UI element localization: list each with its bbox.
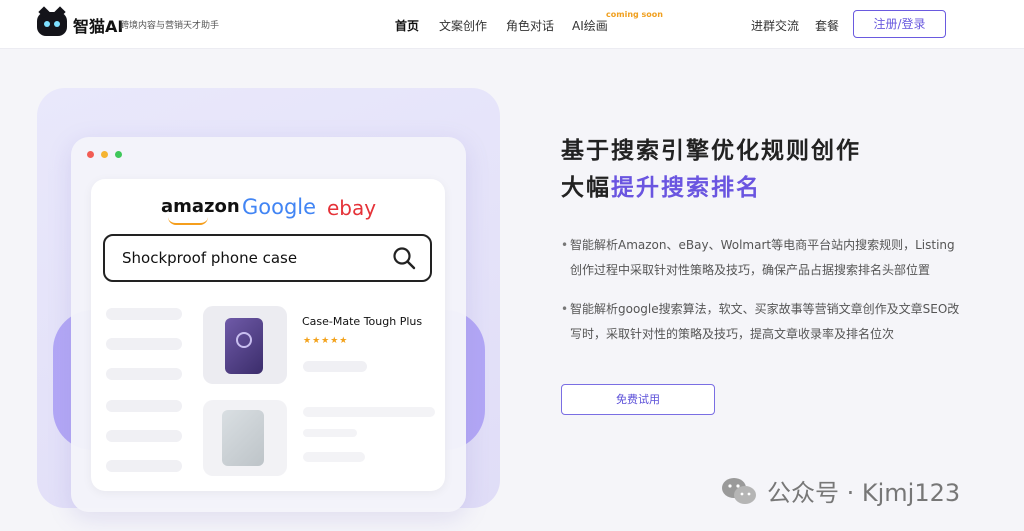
skeleton-line	[106, 338, 182, 350]
search-icon	[393, 247, 416, 270]
rating-stars: ★★★★★	[303, 336, 349, 346]
skeleton-line	[106, 308, 182, 320]
amazon-smile-icon	[168, 217, 208, 225]
window-maximize-dot	[115, 151, 122, 158]
skeleton-line	[106, 400, 182, 412]
magsafe-ring	[236, 332, 252, 348]
watermark-text: 公众号 · Kjmj123	[767, 479, 961, 507]
headline-accent: 提升搜索排名	[611, 175, 761, 201]
nav-ai-drawing[interactable]: AI绘画	[572, 17, 608, 34]
headline-plain: 大幅	[561, 175, 611, 201]
nav-copywriting[interactable]: 文案创作	[439, 17, 487, 34]
bullet-dot: •	[561, 238, 569, 252]
phone-icon	[222, 410, 264, 466]
amazon-logo: amazon	[161, 196, 240, 217]
skeleton-line	[303, 361, 367, 372]
phone-icon	[225, 318, 263, 374]
bullet-dot: •	[561, 302, 569, 316]
nav-join-group[interactable]: 进群交流	[751, 17, 799, 34]
feature-text: 智能解析google搜索算法，软文、买家故事等营销文章创作及文章SEO改写时，采…	[570, 302, 960, 341]
logo-eye	[54, 21, 60, 27]
nav-pricing[interactable]: 套餐	[815, 17, 839, 34]
top-header: 智猫AI 跨境内容与营销天才助手 首页 文案创作 角色对话 AI绘画 comin…	[0, 0, 1024, 49]
feature-bullet: • 智能解析google搜索算法，软文、买家故事等营销文章创作及文章SEO改写时…	[561, 297, 961, 347]
search-query: Shockproof phone case	[122, 249, 298, 267]
skeleton-line	[303, 407, 435, 417]
skeleton-line	[106, 460, 182, 472]
logo-title[interactable]: 智猫AI	[73, 13, 123, 37]
wechat-icon	[722, 478, 756, 504]
window-close-dot	[87, 151, 94, 158]
nav-home[interactable]: 首页	[395, 17, 419, 34]
hero-headline-line2: 大幅提升搜索排名	[561, 168, 761, 202]
skeleton-line	[106, 368, 182, 380]
feature-bullet: • 智能解析Amazon、eBay、Wolmart等电商平台站内搜索规则，Lis…	[561, 233, 961, 283]
google-logo: Google	[242, 195, 317, 219]
free-trial-button[interactable]: 免费试用	[561, 384, 715, 415]
coming-soon-badge: coming soon	[606, 10, 663, 19]
window-minimize-dot	[101, 151, 108, 158]
logo-eye	[44, 21, 50, 27]
skeleton-line	[106, 430, 182, 442]
nav-role-chat[interactable]: 角色对话	[506, 17, 554, 34]
cat-logo-icon[interactable]	[37, 12, 67, 36]
product-title: Case-Mate Tough Plus	[302, 315, 423, 328]
register-login-button[interactable]: 注册/登录	[853, 10, 946, 38]
logo-subtitle: 跨境内容与营销天才助手	[120, 21, 220, 31]
skeleton-line	[303, 452, 365, 462]
skeleton-line	[303, 429, 357, 437]
hero-headline-line1: 基于搜索引擎优化规则创作	[561, 138, 861, 164]
feature-text: 智能解析Amazon、eBay、Wolmart等电商平台站内搜索规则，Listi…	[570, 238, 955, 277]
ebay-logo: ebay	[327, 196, 377, 220]
